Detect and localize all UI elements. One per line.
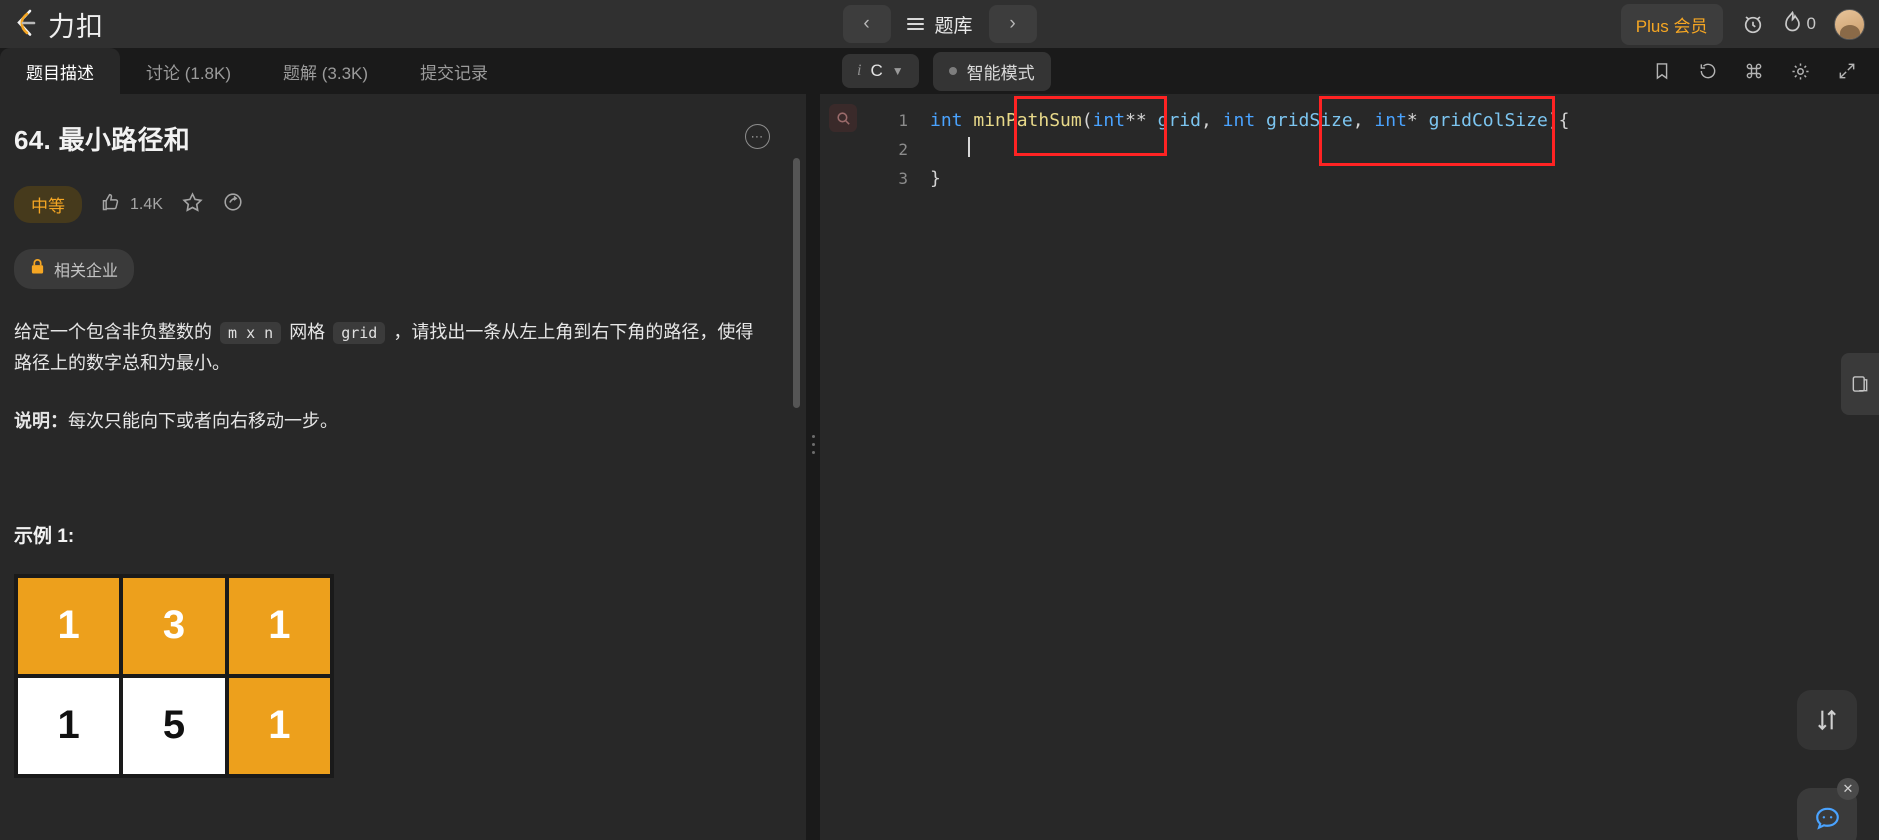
alarm-clock-icon[interactable] [1741,12,1765,36]
language-label: C [870,61,883,80]
line-number: 2 [898,140,908,159]
streak-count: 0 [1806,14,1816,33]
grid-row: 1 5 1 [16,675,332,776]
search-icon[interactable] [829,104,857,132]
problem-panel: 题目描述 讨论 (1.8K) 题解 (3.3K) 提交记录 64. 最小路径和 … [0,48,806,840]
ellipsis-icon[interactable]: ⋯ [745,124,770,149]
thumbs-up-icon [100,192,121,218]
bookmark-icon[interactable] [1652,61,1672,81]
panel-resize-handle[interactable] [806,48,820,840]
plus-membership-button[interactable]: Plus 会员 [1620,3,1723,45]
grid-cell: 1 [16,575,122,676]
streak-counter[interactable]: 0 [1783,10,1816,38]
tab-description[interactable]: 题目描述 [0,48,120,94]
code-editor-panel: i C ▼ 智能模式 1 int minPathSum(int** grid, … [820,48,1879,840]
code-content[interactable]: 1 int minPathSum(int** grid, int gridSiz… [866,94,1879,840]
note-label: 说明： [14,410,68,431]
star-icon [181,191,204,219]
grid-cell: 1 [16,675,122,776]
text-caret [930,137,970,162]
brand-logo[interactable]: 力扣 [14,5,314,44]
nav-forward-button[interactable]: › [988,5,1037,43]
grid-cell: 1 [226,575,332,676]
status-dot-icon [948,67,957,75]
hamburger-menu-icon [906,18,924,30]
problem-meta-row: 中等 1.4K [14,186,770,223]
favorite-button[interactable] [181,191,204,219]
grid-cell: 1 [226,675,332,776]
center-nav: ‹ 题库 › [842,5,1037,43]
grid-row: 1 3 1 [16,575,332,676]
grid-cell: 5 [121,675,227,776]
desc-text-2: 网格 [289,322,326,342]
nav-back-button[interactable]: ‹ [842,5,891,43]
main-split: 题目描述 讨论 (1.8K) 题解 (3.3K) 提交记录 64. 最小路径和 … [0,48,1879,840]
editor-gutter-tools [820,94,866,840]
flame-icon [1783,10,1802,38]
leetcode-problem-page: 力扣 ‹ 题库 › Plus 会员 0 题目描述 讨论 (1.8K) 题解 (3… [0,0,1879,840]
chevron-right-icon: › [1009,13,1016,34]
smart-mode-toggle[interactable]: 智能模式 [932,51,1051,91]
like-button[interactable]: 1.4K [100,192,163,218]
code-line: 2 [866,135,1879,164]
code-editor-area[interactable]: 1 int minPathSum(int** grid, int gridSiz… [820,94,1879,840]
note-text: 每次只能向下或者向右移动一步。 [68,410,338,431]
top-header: 力扣 ‹ 题库 › Plus 会员 0 [0,0,1879,48]
swap-layout-icon[interactable] [1797,690,1857,750]
tab-submissions[interactable]: 提交记录 [394,48,514,94]
like-count: 1.4K [130,195,163,213]
panel-toggle-icon[interactable] [1841,353,1879,415]
leetcode-logo-icon [14,8,44,40]
share-icon [222,191,244,218]
close-icon[interactable]: ✕ [1837,778,1859,800]
header-right-actions: Plus 会员 0 [1620,3,1865,45]
code-line: 1 int minPathSum(int** grid, int gridSiz… [866,106,1879,135]
line-number: 1 [898,111,908,130]
tab-discussion[interactable]: 讨论 (1.8K) [120,48,257,94]
reset-icon[interactable] [1698,61,1718,81]
left-panel-scrollbar[interactable] [793,158,800,408]
language-selector[interactable]: i C ▼ [842,54,919,88]
chevron-down-icon: ▼ [891,64,904,78]
fullscreen-icon[interactable] [1837,61,1857,81]
problem-note: 说明：每次只能向下或者向右移动一步。 [14,407,770,433]
chevron-left-icon: ‹ [863,13,870,34]
nav-title-label: 题库 [934,15,973,37]
page-title: 64. 最小路径和 [14,125,191,155]
example-heading: 示例 1: [14,525,75,547]
code-tokens: } [930,168,941,189]
smart-mode-label: 智能模式 [966,63,1035,83]
lock-icon [30,258,45,280]
problemset-nav-button[interactable]: 题库 [900,11,978,38]
problem-tabs: 题目描述 讨论 (1.8K) 题解 (3.3K) 提交记录 [0,48,806,94]
editor-toolbar: i C ▼ 智能模式 [820,48,1879,94]
inline-code-dimensions: m x n [220,322,282,344]
command-icon[interactable] [1744,61,1764,81]
problem-description: 给定一个包含非负整数的 m x n 网格 grid ，请找出一条从左上角到右下角… [14,317,754,379]
example-grid-image: 1 3 1 1 5 1 [14,573,334,778]
problem-content-scroll: 64. 最小路径和 ⋯ 中等 1.4K 相关企业 给定一个包含非负整数的 m x… [0,94,806,840]
tab-solutions[interactable]: 题解 (3.3K) [257,48,394,94]
code-line: 3 } [866,164,1879,193]
inline-code-grid: grid [333,322,386,344]
settings-gear-icon[interactable] [1790,61,1811,82]
editor-toolbar-icons [1652,61,1857,82]
status-badge: 中等 [14,186,82,223]
code-tokens: int minPathSum(int** grid, int gridSize,… [930,110,1570,131]
avatar[interactable] [1834,8,1865,40]
grid-cell: 3 [121,575,227,676]
line-number: 3 [898,169,908,188]
problem-title-row: 64. 最小路径和 ⋯ [14,120,770,157]
info-icon: i [857,62,862,79]
company-tag-button[interactable]: 相关企业 [14,249,135,289]
desc-text-1: 给定一个包含非负整数的 [14,322,212,342]
company-tag-label: 相关企业 [54,263,119,280]
brand-name: 力扣 [48,11,104,42]
share-button[interactable] [222,191,244,218]
